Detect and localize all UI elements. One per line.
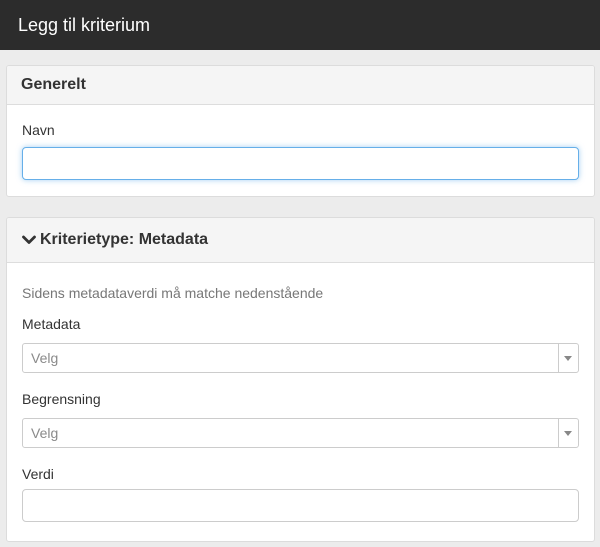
general-panel: Generelt Navn	[6, 65, 595, 197]
restriction-select-divider	[558, 419, 559, 447]
metadata-select[interactable]: Velg	[22, 343, 579, 373]
restriction-select[interactable]: Velg	[22, 418, 579, 448]
criteria-panel: Kriterietype: Metadata Sidens metadatave…	[6, 217, 595, 542]
chevron-down-icon	[21, 232, 37, 248]
metadata-select-placeholder: Velg	[31, 350, 59, 366]
criteria-panel-toggle[interactable]: Kriterietype: Metadata	[7, 218, 594, 263]
value-input[interactable]	[22, 489, 579, 522]
metadata-select-divider	[558, 344, 559, 372]
value-label: Verdi	[22, 466, 54, 482]
restriction-select-placeholder: Velg	[31, 425, 59, 441]
dialog-title: Legg til kriterium	[0, 0, 600, 50]
restriction-label: Begrensning	[22, 391, 101, 407]
general-panel-heading: Generelt	[7, 66, 594, 105]
caret-down-icon[interactable]	[564, 431, 572, 436]
caret-down-icon[interactable]	[564, 356, 572, 361]
name-input[interactable]	[22, 147, 579, 180]
criteria-panel-heading: Kriterietype: Metadata	[40, 231, 209, 248]
criteria-help-text: Sidens metadataverdi må matche nedenståe…	[22, 285, 324, 301]
metadata-label: Metadata	[22, 316, 81, 332]
name-label: Navn	[22, 122, 55, 138]
